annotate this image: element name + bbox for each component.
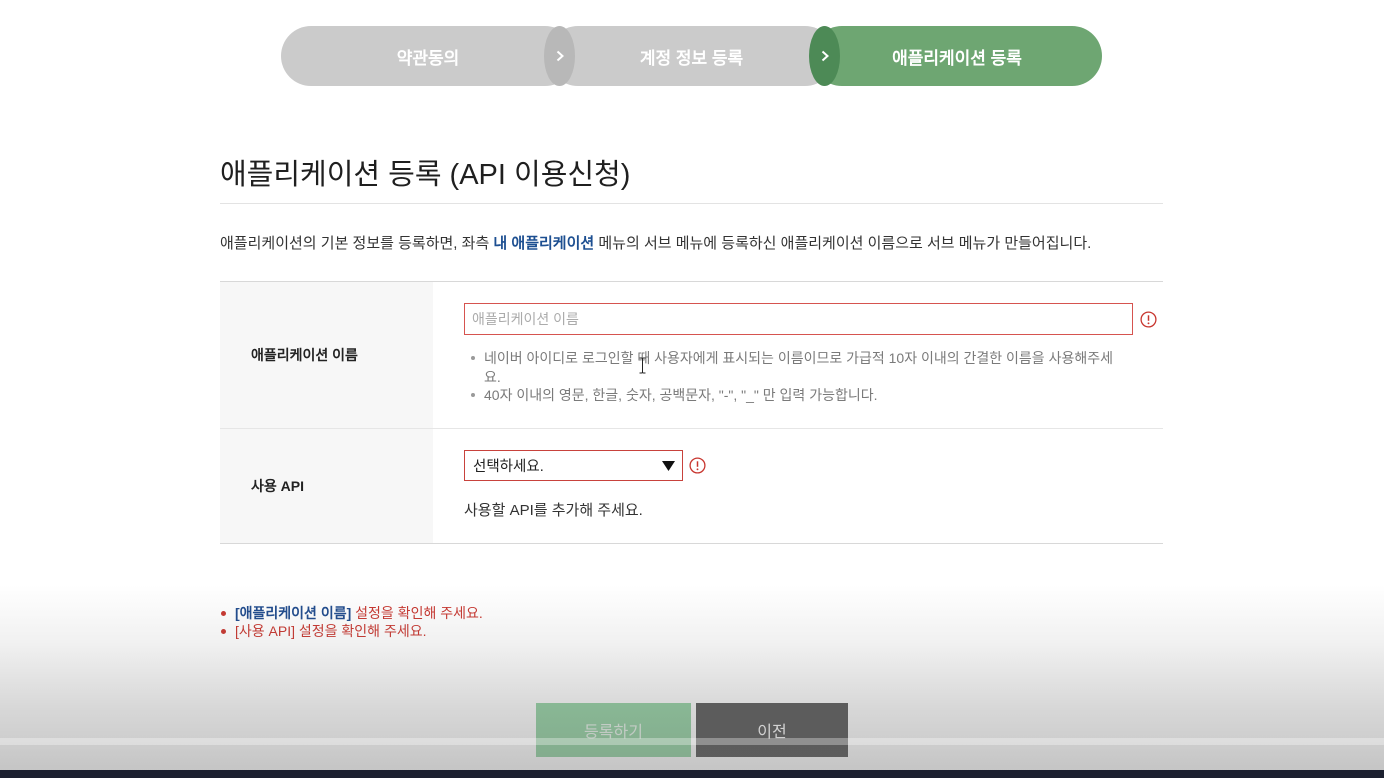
step-label: 계정 정보 등록 [639, 48, 744, 68]
registration-stepper: 약관동의 계정 정보 등록 애플리케이션 등록 [281, 26, 1102, 86]
form-row-app-name: 애플리케이션 이름 네이버 아이디로 로그인할 때 사용자에게 표시되는 이름이… [220, 282, 1163, 429]
overlay-highlight-line [0, 738, 1384, 745]
title-divider [220, 203, 1163, 204]
hint-item: 네이버 아이디로 로그인할 때 사용자에게 표시되는 이름이므로 가급적 10자… [471, 349, 1128, 386]
back-button[interactable]: 이전 [696, 703, 848, 757]
step-label: 애플리케이션 등록 [892, 48, 1022, 68]
register-button[interactable]: 등록하기 [536, 703, 691, 757]
error-item: [사용 API] 설정을 확인해 주세요. [220, 622, 820, 640]
chevron-right-icon [821, 50, 829, 62]
hint-item: 40자 이내의 영문, 한글, 숫자, 공백문자, "-", "_" 만 입력 … [471, 386, 1128, 405]
form-row-api: 사용 API 선택하세요. 사용할 API를 추가해 주세요. [220, 429, 1163, 543]
api-select-value: 선택하세요. [473, 459, 544, 475]
error-circle-icon [689, 457, 706, 474]
validation-errors: [애플리케이션 이름] 설정을 확인해 주세요. [사용 API] 설정을 확인… [220, 604, 820, 640]
bottom-dark-bar [0, 770, 1384, 778]
error-item: [애플리케이션 이름] 설정을 확인해 주세요. [220, 604, 820, 622]
registration-form: 애플리케이션 이름 네이버 아이디로 로그인할 때 사용자에게 표시되는 이름이… [220, 281, 1163, 544]
my-applications-emphasis: 내 애플리케이션 [493, 235, 595, 252]
app-name-hints: 네이버 아이디로 로그인할 때 사용자에게 표시되는 이름이므로 가급적 10자… [471, 349, 1128, 405]
api-hint: 사용할 API를 추가해 주세요. [464, 502, 643, 519]
step-label: 약관동의 [396, 48, 460, 68]
step-separator [809, 26, 840, 86]
app-name-cell: 네이버 아이디로 로그인할 때 사용자에게 표시되는 이름이므로 가급적 10자… [433, 282, 1163, 428]
api-label: 사용 API [220, 429, 433, 543]
api-select[interactable]: 선택하세요. [464, 450, 683, 481]
step-separator [544, 26, 575, 86]
error-field-api: [사용 API] [235, 623, 295, 639]
error-field-app-name: [애플리케이션 이름] [235, 605, 352, 621]
text-cursor-icon [639, 357, 646, 374]
error-message: 설정을 확인해 주세요. [298, 623, 427, 639]
description-text: 애플리케이션의 기본 정보를 등록하면, 좌측 [220, 235, 490, 252]
step-terms-agreement: 약관동의 [281, 26, 575, 86]
page-description: 애플리케이션의 기본 정보를 등록하면, 좌측 내 애플리케이션 메뉴의 서브 … [220, 234, 1163, 254]
api-cell: 선택하세요. 사용할 API를 추가해 주세요. [433, 429, 1163, 543]
error-message: 설정을 확인해 주세요. [355, 605, 483, 621]
app-name-input[interactable] [464, 303, 1133, 335]
step-app-registration-active: 애플리케이션 등록 [812, 26, 1102, 86]
error-circle-icon [1140, 311, 1157, 328]
app-name-label: 애플리케이션 이름 [220, 282, 433, 428]
page-title: 애플리케이션 등록 (API 이용신청) [220, 159, 631, 191]
caret-down-icon [662, 460, 675, 471]
step-account-info: 계정 정보 등록 [548, 26, 835, 86]
description-text: 메뉴의 서브 메뉴에 등록하신 애플리케이션 이름으로 서브 메뉴가 만들어집니… [598, 235, 1092, 252]
chevron-right-icon [556, 50, 564, 62]
